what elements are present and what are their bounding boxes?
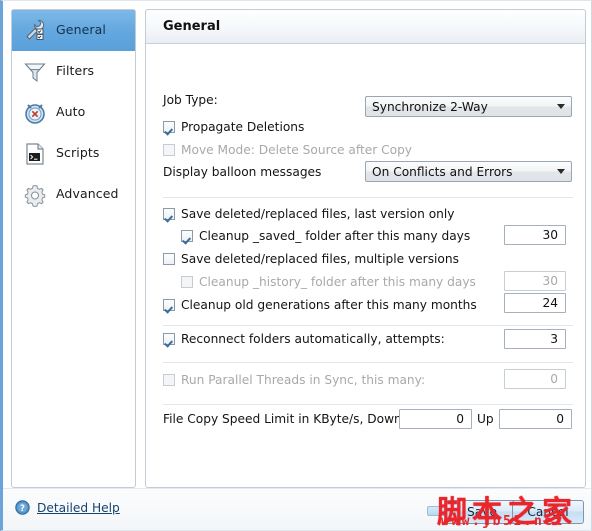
chevron-down-icon	[557, 169, 565, 174]
balloon-select[interactable]: On Conflicts and Errors	[365, 161, 572, 182]
move-mode-row: Move Mode: Delete Source after Copy	[163, 143, 573, 157]
funnel-icon	[22, 59, 48, 85]
save-button[interactable]: Save	[446, 500, 518, 524]
speed-limit-up-label: Up	[477, 412, 494, 426]
cleanup-saved-input[interactable]: 30	[504, 225, 566, 245]
sidebar-item-label: Scripts	[56, 145, 100, 161]
save-multiple-versions-row[interactable]: Save deleted/replaced files, multiple ve…	[163, 252, 573, 266]
save-multiple-versions-label: Save deleted/replaced files, multiple ve…	[181, 252, 459, 266]
sidebar-item-auto[interactable]: Auto	[12, 92, 135, 133]
cleanup-history-input: 30	[504, 271, 566, 291]
wrench-icon	[22, 18, 48, 44]
sidebar-item-label: Auto	[56, 104, 86, 120]
parallel-threads-label: Run Parallel Threads in Sync, this many:	[181, 373, 426, 387]
save-last-version-checkbox[interactable]	[163, 208, 175, 220]
divider	[163, 404, 573, 405]
save-last-version-row[interactable]: Save deleted/replaced files, last versio…	[163, 207, 573, 221]
cleanup-generations-input[interactable]: 24	[504, 293, 566, 313]
main-header: General	[146, 10, 585, 44]
options-dialog: General Filters Auto Scripts Advanced Ge…	[0, 0, 592, 531]
cleanup-generations-label: Cleanup old generations after this many …	[181, 298, 477, 312]
reconnect-label: Reconnect folders automatically, attempt…	[181, 332, 445, 346]
propagate-deletions-row[interactable]: Propagate Deletions	[163, 120, 573, 134]
divider	[163, 325, 573, 326]
cleanup-saved-checkbox[interactable]	[181, 230, 193, 242]
cleanup-history-checkbox	[181, 276, 193, 288]
detailed-help[interactable]: ? Detailed Help	[15, 500, 120, 515]
footer: ? Detailed Help Save Cancel	[3, 488, 591, 530]
balloon-label: Display balloon messages	[163, 165, 322, 179]
chevron-down-icon	[557, 104, 565, 109]
gear-icon	[22, 182, 48, 208]
speed-limit-down-input[interactable]: 0	[399, 409, 472, 429]
sidebar-item-advanced[interactable]: Advanced	[12, 174, 135, 215]
cancel-button[interactable]: Cancel	[512, 500, 584, 524]
clock-icon	[22, 100, 48, 126]
page-title: General	[163, 19, 221, 34]
parallel-threads-checkbox	[163, 374, 175, 386]
detailed-help-link[interactable]: Detailed Help	[37, 501, 120, 515]
cleanup-saved-label: Cleanup _saved_ folder after this many d…	[199, 229, 471, 243]
parallel-threads-input: 0	[504, 369, 566, 389]
move-mode-checkbox	[163, 144, 175, 156]
script-icon	[22, 141, 48, 167]
speed-limit-up-input[interactable]: 0	[499, 409, 572, 429]
sidebar-item-scripts[interactable]: Scripts	[12, 133, 135, 174]
question-mark-icon: ?	[15, 500, 30, 515]
sidebar-item-label: Advanced	[56, 186, 119, 202]
job-type-select[interactable]: Synchronize 2-Way	[365, 96, 572, 117]
job-type-label: Job Type:	[163, 93, 218, 107]
save-last-version-label: Save deleted/replaced files, last versio…	[181, 207, 455, 221]
propagate-deletions-label: Propagate Deletions	[181, 120, 305, 134]
main-body: Job Type: Synchronize 2-Way Propagate De…	[146, 44, 585, 487]
divider	[163, 197, 573, 198]
reconnect-attempts-input[interactable]: 3	[504, 329, 566, 349]
cleanup-history-label: Cleanup _history_ folder after this many…	[199, 275, 476, 289]
main-panel: General Job Type: Synchronize 2-Way Prop…	[145, 9, 586, 488]
svg-text:?: ?	[20, 503, 25, 513]
sidebar-item-filters[interactable]: Filters	[12, 51, 135, 92]
job-type-value: Synchronize 2-Way	[372, 99, 488, 114]
cleanup-generations-checkbox[interactable]	[163, 299, 175, 311]
sidebar: General Filters Auto Scripts Advanced	[11, 9, 136, 488]
save-multiple-versions-checkbox[interactable]	[163, 253, 175, 265]
move-mode-label: Move Mode: Delete Source after Copy	[181, 143, 413, 157]
speed-limit-label: File Copy Speed Limit in KByte/s, Down	[163, 412, 402, 426]
sidebar-item-general[interactable]: General	[12, 10, 135, 51]
divider	[163, 362, 573, 363]
sidebar-item-label: Filters	[56, 63, 95, 79]
reconnect-checkbox[interactable]	[163, 333, 175, 345]
balloon-value: On Conflicts and Errors	[372, 164, 513, 179]
propagate-deletions-checkbox[interactable]	[163, 121, 175, 133]
sidebar-item-label: General	[56, 22, 106, 38]
